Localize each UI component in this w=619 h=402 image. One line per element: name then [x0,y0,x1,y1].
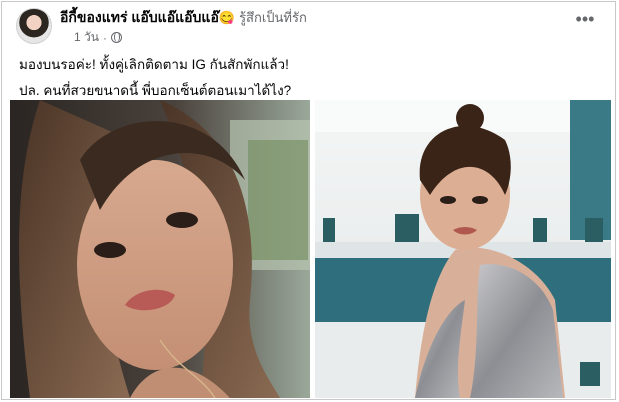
globe-icon[interactable] [110,32,122,43]
post-time[interactable]: 1 วัน [74,28,99,47]
feeling-emoji: 😋 [218,10,236,25]
feeling-text: รู้สึกเป็นที่รัก [239,10,307,25]
photo-grid [10,100,611,398]
avatar[interactable] [16,8,52,44]
post-header: อีกี้ของแทร่ แอ๊บแอ๊แอ๊บแอ๊😋 รู้สึกเป็นที… [2,2,615,46]
caption-line-1: มองบนรอค่ะ! ทั้งคู่เลิกติดตาม IG กันสักพ… [19,57,289,72]
post-caption: มองบนรอค่ะ! ทั้งคู่เลิกติดตาม IG กันสักพ… [19,52,291,104]
meta-separator: · [102,30,107,45]
more-horizontal-icon: ••• [575,9,595,29]
post-meta: 1 วัน · [74,28,122,47]
post-author-row: อีกี้ของแทร่ แอ๊บแอ๊แอ๊บแอ๊😋 รู้สึกเป็นที… [60,7,307,29]
photo-woman-in-silver-dress[interactable] [315,100,611,398]
woman-in-silver-dress-image [315,100,611,398]
facebook-post: อีกี้ของแทร่ แอ๊บแอ๊แอ๊บแอ๊😋 รู้สึกเป็นที… [1,1,616,400]
page-name[interactable]: อีกี้ของแทร่ แอ๊บแอ๊แอ๊บแอ๊ [60,9,219,25]
photo-selfie-in-car[interactable] [10,100,310,398]
selfie-in-car-image [10,100,310,398]
more-options-button[interactable]: ••• [573,10,597,32]
